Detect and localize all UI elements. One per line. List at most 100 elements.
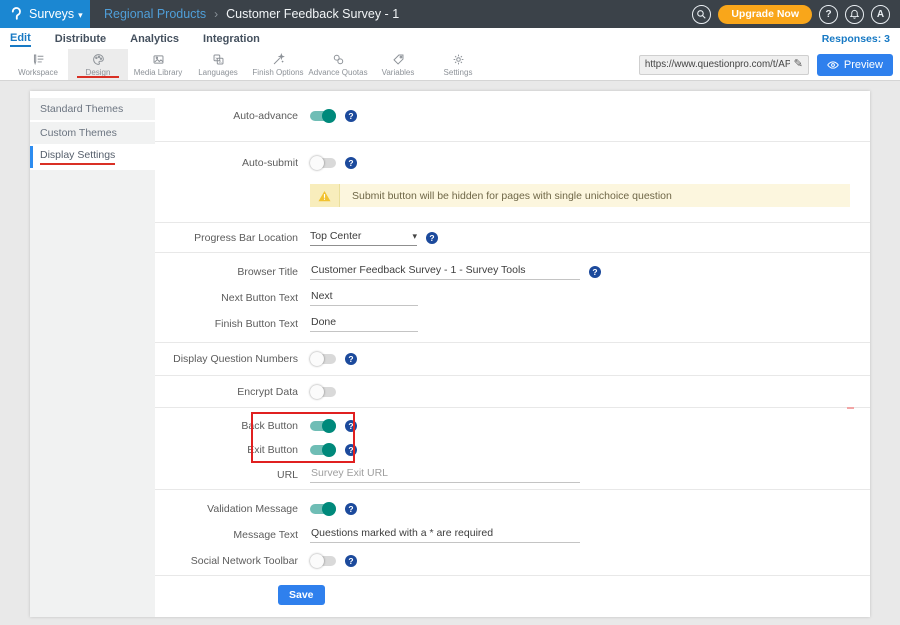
questionpro-logo-icon	[8, 6, 24, 22]
eye-icon	[827, 59, 839, 71]
submit-warning-banner: Submit button will be hidden for pages w…	[310, 184, 850, 207]
upgrade-now-button[interactable]: Upgrade Now	[718, 5, 812, 24]
edit-toolbar: Workspace Design Media Library x A Langu…	[0, 49, 900, 81]
section-progress-bar: Progress Bar Location Top Center	[155, 222, 870, 252]
survey-url-box: ✎	[639, 55, 809, 75]
toolbar-item-settings[interactable]: Settings	[428, 49, 488, 80]
nav-tab-analytics[interactable]: Analytics	[130, 31, 179, 46]
svg-text:A: A	[218, 58, 221, 63]
section-button-texts: Browser Title Next Button Text Finish Bu…	[155, 252, 870, 342]
translate-icon: x A	[212, 53, 225, 66]
auto-advance-help-icon[interactable]	[345, 110, 357, 122]
auto-advance-label: Auto-advance	[155, 110, 298, 122]
display-question-numbers-toggle[interactable]	[310, 354, 336, 364]
progress-bar-location-label: Progress Bar Location	[155, 232, 298, 244]
next-button-text-field[interactable]	[310, 290, 418, 306]
sidebar-item-display-settings[interactable]: Display Settings	[30, 146, 155, 168]
section-save: Save	[155, 575, 870, 617]
sidebar-item-standard-themes[interactable]: Standard Themes	[30, 98, 155, 120]
product-menu[interactable]: Surveys	[0, 0, 90, 28]
toolbar-right: ✎ Preview	[639, 49, 900, 80]
search-button[interactable]	[692, 5, 711, 24]
sidebar-filler	[30, 170, 155, 617]
next-button-text-label: Next Button Text	[155, 292, 298, 304]
nav-tab-distribute[interactable]: Distribute	[55, 31, 106, 46]
display-question-numbers-help-icon[interactable]	[345, 353, 357, 365]
magic-wand-icon	[272, 53, 285, 66]
top-right-actions: Upgrade Now ? A	[692, 5, 890, 24]
nav-tab-integration[interactable]: Integration	[203, 31, 260, 46]
back-button-help-icon[interactable]	[345, 420, 357, 432]
notifications-button[interactable]	[845, 5, 864, 24]
image-icon	[152, 53, 165, 66]
tag-icon	[392, 53, 405, 66]
auto-submit-toggle[interactable]	[310, 158, 336, 168]
validation-message-help-icon[interactable]	[345, 503, 357, 515]
browser-title-field[interactable]	[310, 264, 580, 280]
help-button[interactable]: ?	[819, 5, 838, 24]
warning-text: Submit button will be hidden for pages w…	[340, 184, 672, 207]
warning-triangle-icon	[318, 190, 331, 202]
gear-icon	[452, 53, 465, 66]
design-sidebar: Standard Themes Custom Themes Display Se…	[30, 91, 155, 617]
save-button[interactable]: Save	[278, 585, 325, 605]
section-auto-advance: Auto-advance	[155, 91, 870, 141]
preview-button[interactable]: Preview	[817, 54, 893, 76]
finish-button-text-field[interactable]	[310, 316, 418, 332]
product-menu-label: Surveys	[29, 7, 83, 21]
responses-count[interactable]: Responses: 3	[822, 33, 890, 45]
toolbar-item-design[interactable]: Design	[68, 49, 128, 80]
exit-button-toggle[interactable]	[310, 445, 336, 455]
finish-button-text-label: Finish Button Text	[155, 318, 298, 330]
nav-tab-edit[interactable]: Edit	[10, 30, 31, 47]
validation-message-label: Validation Message	[155, 503, 298, 515]
progress-bar-location-select[interactable]: Top Center	[310, 230, 417, 246]
auto-submit-help-icon[interactable]	[345, 157, 357, 169]
toolbar-item-finish-options[interactable]: Finish Options	[248, 49, 308, 80]
encrypt-data-toggle[interactable]	[310, 387, 336, 397]
design-settings-card: Standard Themes Custom Themes Display Se…	[30, 91, 870, 617]
browser-title-help-icon[interactable]	[589, 266, 601, 278]
bell-icon	[849, 9, 860, 20]
toolbar-item-variables[interactable]: Variables	[368, 49, 428, 80]
breadcrumb-parent[interactable]: Regional Products	[104, 7, 206, 21]
sidebar-item-custom-themes[interactable]: Custom Themes	[30, 122, 155, 144]
back-button-toggle[interactable]	[310, 421, 336, 431]
display-question-numbers-label: Display Question Numbers	[155, 353, 298, 365]
toolbar-item-media-library[interactable]: Media Library	[128, 49, 188, 80]
workspace-icon	[32, 53, 45, 66]
progress-bar-help-icon[interactable]	[426, 232, 438, 244]
section-validation: Validation Message Message Text Social N…	[155, 489, 870, 575]
toolbar-item-languages[interactable]: x A Languages	[188, 49, 248, 80]
exit-url-label: URL	[155, 469, 298, 481]
survey-url-field[interactable]	[645, 59, 790, 70]
display-settings-form: Auto-advance Auto-submit	[155, 91, 870, 617]
social-network-toolbar-toggle[interactable]	[310, 556, 336, 566]
warning-icon-cell	[310, 184, 340, 207]
account-avatar[interactable]: A	[871, 5, 890, 24]
validation-message-toggle[interactable]	[310, 504, 336, 514]
survey-nav: Edit Distribute Analytics Integration Re…	[0, 28, 900, 49]
breadcrumb: Regional Products Customer Feedback Surv…	[104, 7, 692, 21]
section-question-numbers: Display Question Numbers	[155, 342, 870, 375]
question-mark-icon: ?	[825, 9, 831, 20]
edit-url-icon[interactable]: ✎	[794, 59, 803, 70]
encrypt-data-label: Encrypt Data	[155, 386, 298, 398]
social-network-toolbar-help-icon[interactable]	[345, 555, 357, 567]
exit-url-field[interactable]	[310, 467, 580, 483]
section-encrypt-data: Encrypt Data	[155, 375, 870, 407]
breadcrumb-separator-icon	[206, 7, 226, 21]
palette-icon	[92, 53, 105, 66]
search-icon	[696, 9, 707, 20]
message-text-field[interactable]	[310, 527, 580, 543]
chevron-down-icon	[412, 230, 417, 242]
chain-links-icon	[332, 53, 345, 66]
back-button-label: Back Button	[155, 420, 298, 432]
toolbar-item-advance-quotas[interactable]: Advance Quotas	[308, 49, 368, 80]
social-network-toolbar-label: Social Network Toolbar	[155, 555, 298, 567]
browser-title-label: Browser Title	[155, 266, 298, 278]
toolbar-item-workspace[interactable]: Workspace	[8, 49, 68, 80]
section-auto-submit: Auto-submit Submit button will	[155, 141, 870, 222]
exit-button-help-icon[interactable]	[345, 444, 357, 456]
auto-advance-toggle[interactable]	[310, 111, 336, 121]
